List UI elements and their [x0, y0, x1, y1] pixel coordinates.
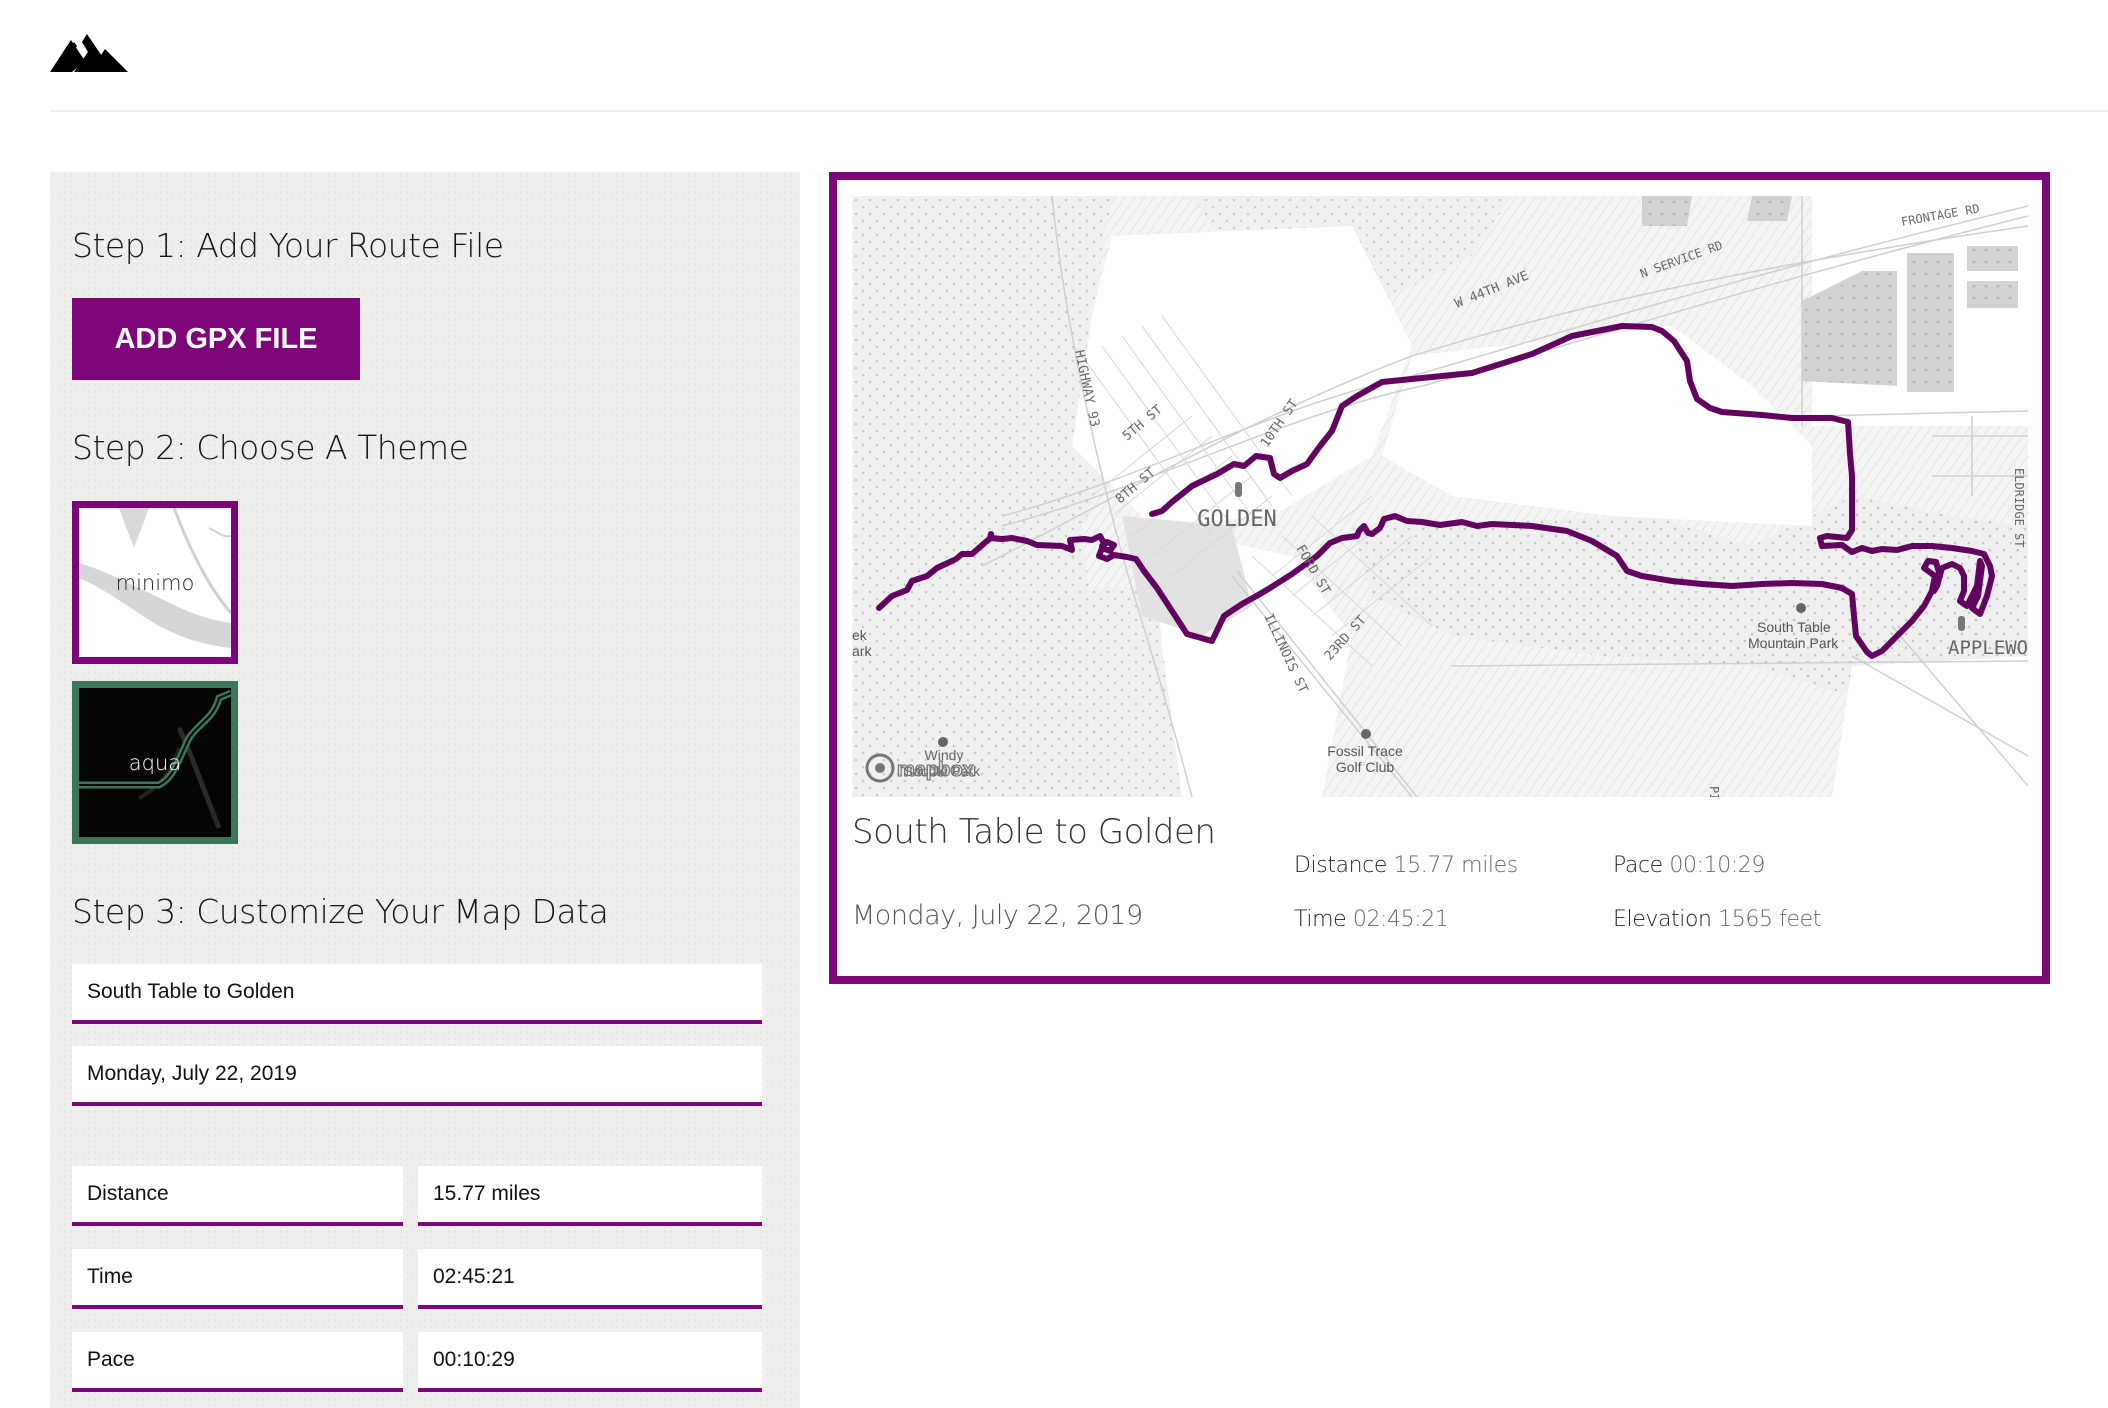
theme-option-aqua[interactable]: aqua: [72, 681, 238, 844]
poster-stat-label: Elevation: [1613, 907, 1712, 932]
poster-stat-label: Time: [1294, 907, 1347, 932]
windy-saddle-poi-icon: [938, 737, 948, 747]
poster-stat-pace: Pace 00:10:29: [1613, 853, 1765, 878]
poster-stat-label: Distance: [1294, 853, 1387, 878]
poster-stat-label: Pace: [1613, 853, 1663, 878]
map-label-applewood: APPLEWOOD: [1948, 637, 2028, 659]
fossil-trace-poi-icon: [1361, 729, 1371, 739]
poster-title: South Table to Golden: [852, 812, 1216, 852]
theme-label-minimo: minimo: [115, 570, 195, 595]
header-divider: [50, 110, 2108, 112]
map-label-south-table-2: Mountain Park: [1748, 635, 1839, 651]
map-label-south-table-1: South Table: [1757, 619, 1831, 635]
stat-value-input-pace[interactable]: [418, 1332, 762, 1392]
step2-heading: Step 2: Choose A Theme: [72, 428, 469, 467]
map-label-eldridge-st: ELDRIDGE ST: [2012, 468, 2026, 547]
mountains-logo-icon[interactable]: [50, 32, 128, 72]
poster-stat-value: 1565 feet: [1718, 907, 1822, 932]
map-label-golden: GOLDEN: [1197, 507, 1276, 532]
add-gpx-file-button[interactable]: ADD GPX FILE: [72, 298, 360, 380]
map-label-fossil-trace-1: Fossil Trace: [1327, 743, 1403, 759]
gravel-pit-2: [1907, 253, 1954, 392]
poster-stat-value: 15.77 miles: [1393, 853, 1519, 878]
route-map[interactable]: GOLDEN APPLEWOOD HIGHWAY 93 5TH ST 8TH S…: [852, 196, 2028, 797]
mapbox-attribution: mapbox: [897, 759, 974, 781]
stat-label-input-distance[interactable]: [72, 1166, 403, 1226]
golden-marker-icon: [1235, 482, 1242, 497]
applewood-marker-icon: [1958, 616, 1965, 631]
stat-label-input-pace[interactable]: [72, 1332, 403, 1392]
applewood-area: [1832, 656, 2028, 797]
theme-option-minimo[interactable]: minimo: [72, 501, 238, 664]
step1-heading: Step 1: Add Your Route File: [72, 226, 504, 265]
poster-preview: GOLDEN APPLEWOOD HIGHWAY 93 5TH ST 8TH S…: [829, 172, 2050, 984]
stat-value-input-distance[interactable]: [418, 1166, 762, 1226]
poster-stat-value: 00:10:29: [1669, 853, 1765, 878]
stat-label-input-time[interactable]: [72, 1249, 403, 1309]
theme-label-aqua: aqua: [128, 750, 182, 775]
poster-stat-value: 02:45:21: [1352, 907, 1449, 932]
poster-date: Monday, July 22, 2019: [852, 900, 1143, 931]
map-label-pik: PIK: [1707, 786, 1721, 797]
route-title-input[interactable]: [72, 964, 762, 1024]
route-date-input[interactable]: [72, 1046, 762, 1106]
stat-value-input-time[interactable]: [418, 1249, 762, 1309]
map-label-creek-2: ark: [852, 643, 872, 659]
south-table-poi-icon: [1796, 603, 1806, 613]
map-label-creek-1: ek: [852, 627, 868, 643]
poster-stat-elevation: Elevation 1565 feet: [1613, 907, 1821, 932]
poster-stat-time: Time 02:45:21: [1294, 907, 1449, 932]
map-canvas: GOLDEN APPLEWOOD HIGHWAY 93 5TH ST 8TH S…: [852, 196, 2028, 797]
step3-heading: Step 3: Customize Your Map Data: [72, 892, 609, 931]
map-label-fossil-trace-2: Golf Club: [1336, 759, 1395, 775]
poster-stat-distance: Distance 15.77 miles: [1294, 853, 1518, 878]
